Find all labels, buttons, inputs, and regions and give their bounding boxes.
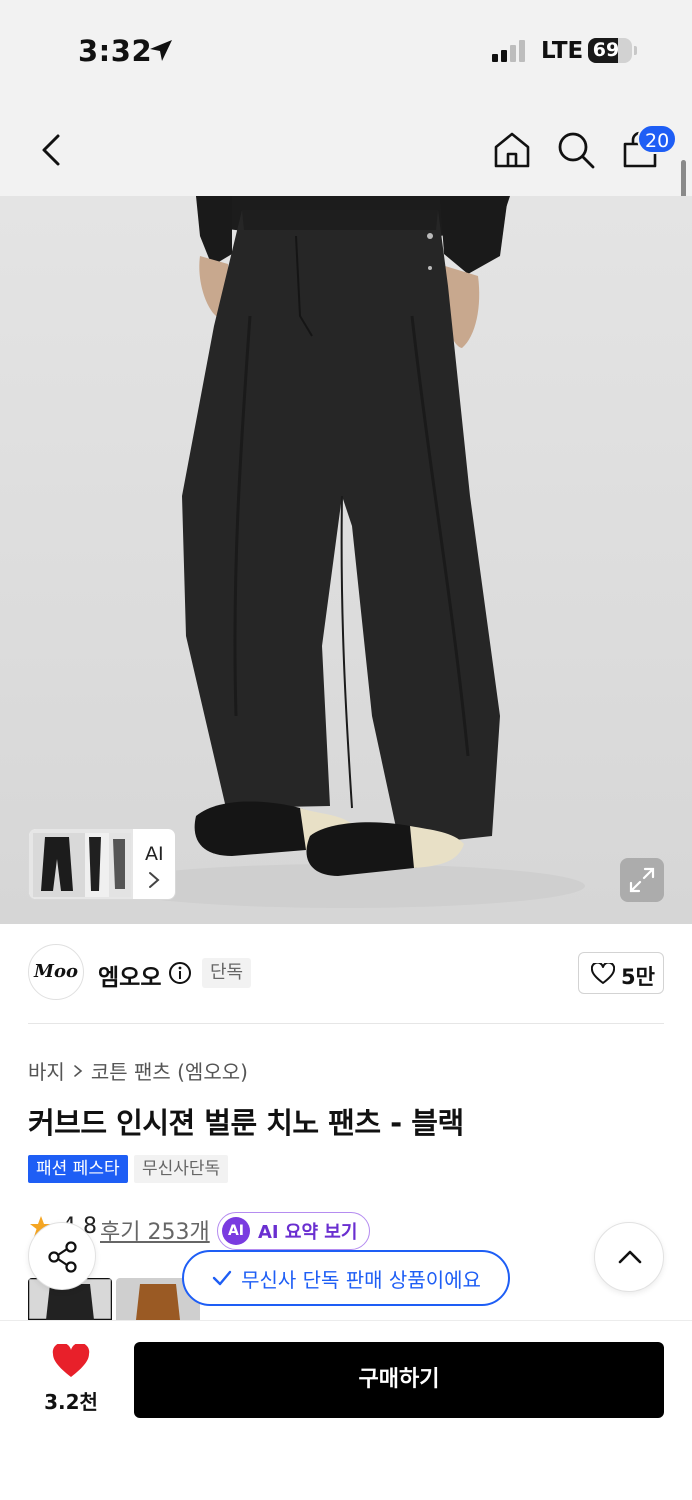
battery-tip bbox=[634, 46, 637, 55]
brand-name[interactable]: 엠오오 bbox=[98, 958, 161, 992]
scroll-to-top-button[interactable] bbox=[594, 1222, 664, 1292]
breadcrumb-item[interactable]: 바지 bbox=[28, 1056, 65, 1085]
heart-outline-icon bbox=[591, 963, 615, 984]
exclusive-sale-toast: 무신사 단독 판매 상품이에요 bbox=[182, 1250, 510, 1306]
check-icon bbox=[212, 1270, 232, 1286]
heart-filled-icon bbox=[52, 1344, 90, 1377]
network-type: LTE bbox=[541, 38, 584, 64]
review-count-link[interactable]: 후기 253개 bbox=[100, 1214, 210, 1246]
ai-summary-button[interactable]: AI AI 요약 보기 bbox=[217, 1212, 371, 1250]
battery-indicator: 69 bbox=[588, 38, 632, 63]
exclusive-badge: 무신사단독 bbox=[134, 1155, 229, 1183]
info-icon[interactable] bbox=[168, 961, 192, 985]
toast-message: 무신사 단독 판매 상품이에요 bbox=[241, 1267, 481, 1292]
cart-count-badge: 20 bbox=[637, 124, 678, 154]
section-divider bbox=[28, 1023, 664, 1024]
promo-tag: 패션 페스타 bbox=[28, 1155, 128, 1183]
product-main-image[interactable] bbox=[0, 196, 692, 924]
lookbook-thumbnails bbox=[29, 829, 133, 899]
share-button[interactable] bbox=[28, 1222, 96, 1290]
ai-lookbook-label: AI bbox=[145, 843, 164, 865]
status-bar: 3:32 LTE 69 bbox=[0, 0, 692, 100]
product-photo-pants bbox=[105, 196, 585, 908]
share-icon bbox=[48, 1241, 77, 1273]
brand-logo[interactable]: Moo bbox=[28, 944, 84, 1000]
wishlist-count: 3.2천 bbox=[44, 1390, 98, 1414]
expand-image-button[interactable] bbox=[620, 858, 664, 902]
breadcrumb-chevron-icon bbox=[74, 1064, 83, 1077]
product-title: 커브드 인시젼 벌룬 치노 팬츠 - 블랙 bbox=[28, 1106, 464, 1140]
signal-bars-icon bbox=[492, 40, 525, 62]
breadcrumb: 바지 코튼 팬츠 (엠오오) bbox=[28, 1056, 248, 1085]
location-arrow-icon bbox=[150, 40, 172, 61]
home-icon[interactable] bbox=[492, 130, 532, 170]
ai-lookbook-card[interactable]: AI bbox=[28, 828, 176, 900]
status-time: 3:32 bbox=[78, 34, 153, 68]
expand-icon bbox=[629, 867, 655, 893]
back-chevron-icon[interactable] bbox=[34, 128, 68, 172]
search-icon[interactable] bbox=[556, 130, 596, 170]
chevron-right-icon bbox=[149, 872, 160, 888]
ai-summary-label: AI 요약 보기 bbox=[258, 1222, 358, 1243]
buy-button[interactable]: 구매하기 bbox=[134, 1342, 664, 1418]
battery-percent: 69 bbox=[592, 39, 620, 61]
exclusive-tag: 단독 bbox=[202, 958, 252, 988]
wishlist-button[interactable]: 3.2천 bbox=[36, 1344, 106, 1414]
brand-logo-text: Moo bbox=[34, 961, 78, 982]
breadcrumb-item[interactable]: 코튼 팬츠 (엠오오) bbox=[91, 1056, 248, 1085]
ai-badge: AI bbox=[222, 1217, 250, 1245]
chevron-up-icon bbox=[618, 1250, 642, 1264]
brand-like-count: 5만 bbox=[621, 965, 655, 989]
brand-like-button[interactable]: 5만 bbox=[578, 952, 664, 994]
